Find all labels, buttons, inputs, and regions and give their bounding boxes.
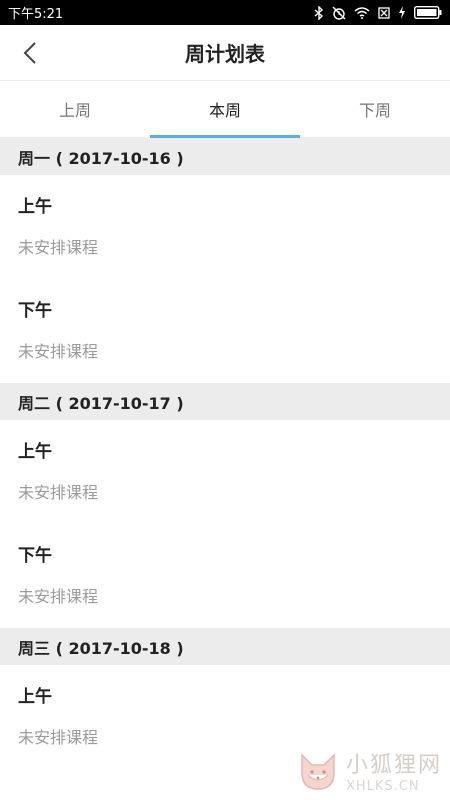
- day-header-tuesday: 周二 ( 2017-10-17 ): [0, 383, 450, 420]
- wifi-icon: [354, 6, 370, 19]
- period-status: 未安排课程: [18, 483, 99, 502]
- bluetooth-icon: [314, 5, 324, 20]
- charging-icon: [399, 6, 405, 19]
- status-icons: [314, 5, 442, 20]
- week-tabs: 上周 本周 下周: [0, 81, 450, 138]
- period-status: 未安排课程: [18, 342, 99, 361]
- schedule-list: 周一 ( 2017-10-16 ) 上午 未安排课程 下午 未安排课程 周二 (…: [0, 138, 450, 769]
- alarm-off-icon: [332, 6, 346, 20]
- tab-last-week[interactable]: 上周: [0, 81, 150, 137]
- period-status: 未安排课程: [18, 587, 99, 606]
- period-afternoon: 下午 未安排课程: [0, 524, 450, 628]
- day-header-monday: 周一 ( 2017-10-16 ): [0, 138, 450, 175]
- period-label: 上午: [18, 442, 52, 462]
- period-label: 上午: [18, 197, 52, 217]
- period-morning: 上午 未安排课程: [0, 175, 450, 279]
- period-label: 上午: [18, 687, 52, 707]
- tab-this-week[interactable]: 本周: [150, 81, 300, 138]
- battery-icon: [414, 6, 442, 19]
- period-afternoon: 下午 未安排课程: [0, 279, 450, 383]
- tab-next-week[interactable]: 下周: [300, 81, 450, 137]
- sim-off-icon: [378, 6, 390, 19]
- period-label: 下午: [18, 546, 52, 566]
- period-label: 下午: [18, 301, 52, 321]
- period-status: 未安排课程: [18, 238, 99, 257]
- watermark: 小狐狸网 XHLKS.CN: [296, 747, 442, 794]
- status-bar: 下午5:21: [0, 0, 450, 25]
- status-time: 下午5:21: [8, 7, 64, 22]
- nav-bar: 周计划表: [0, 25, 450, 81]
- day-header-wednesday: 周三 ( 2017-10-18 ): [0, 628, 450, 665]
- watermark-en: XHLKS.CN: [345, 779, 420, 794]
- watermark-cn: 小狐狸网: [345, 753, 442, 778]
- page-title: 周计划表: [185, 42, 265, 66]
- period-status: 未安排课程: [18, 728, 99, 747]
- back-button[interactable]: [14, 37, 46, 69]
- watermark-text: 小狐狸网 XHLKS.CN: [346, 747, 442, 794]
- chevron-left-icon: [23, 42, 36, 64]
- fox-logo-icon: [301, 752, 335, 790]
- period-morning: 上午 未安排课程: [0, 420, 450, 524]
